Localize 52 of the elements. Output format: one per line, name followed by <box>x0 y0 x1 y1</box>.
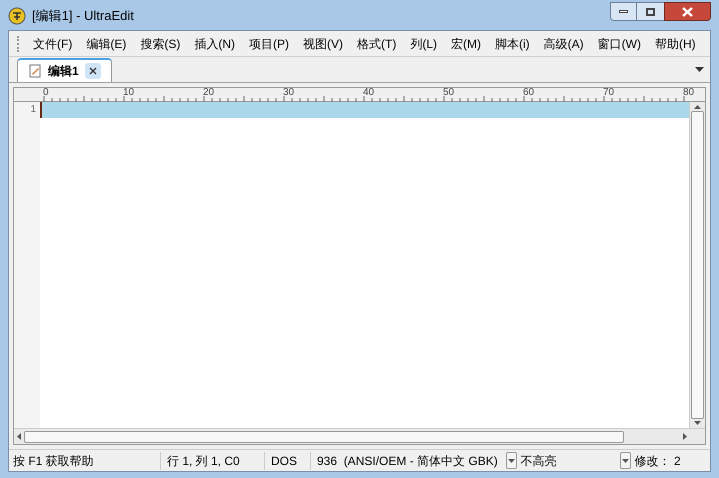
ruler-number: 10 <box>123 87 134 99</box>
dropdown-arrow-icon <box>508 458 515 462</box>
horizontal-scrollbar[interactable] <box>14 428 705 444</box>
menu-item[interactable]: 搜索(S) <box>133 34 188 52</box>
close-tab-button[interactable] <box>84 63 101 79</box>
minimize-button[interactable] <box>610 2 637 21</box>
menu-item[interactable]: 插入(N) <box>187 34 242 52</box>
highlight-dropdown[interactable]: 不高亮 <box>506 452 618 470</box>
scroll-left-icon[interactable] <box>17 433 21 440</box>
close-icon <box>88 67 97 75</box>
document-tab[interactable]: 编辑1 <box>17 58 112 82</box>
status-line-ending: DOS <box>265 452 311 470</box>
close-button[interactable] <box>664 2 711 21</box>
status-position: 行 1, 列 1, C0 <box>161 452 265 470</box>
vertical-scrollbar[interactable] <box>689 102 705 428</box>
scrollbar-thumb[interactable] <box>24 430 624 442</box>
line-number: 1 <box>30 103 36 117</box>
menu-item[interactable]: 帮助(H) <box>648 34 703 52</box>
menu-item[interactable]: 文件(F) <box>26 34 80 52</box>
status-help: 按 F1 获取帮助 <box>9 452 161 470</box>
dropdown-arrow-icon <box>622 458 629 462</box>
ruler-number: 40 <box>363 87 374 99</box>
app-logo-icon <box>8 7 26 25</box>
maximize-button[interactable] <box>637 2 664 21</box>
menu-item[interactable]: 编辑(E) <box>79 34 134 52</box>
status-encoding: 936 (ANSI/OEM - 简体中文 GBK) <box>316 452 499 470</box>
menu-item[interactable]: 宏(M) <box>444 34 488 52</box>
menu-item[interactable]: 高级(A) <box>536 34 591 52</box>
ruler-number: 70 <box>603 87 614 99</box>
ruler-number: 80 <box>683 87 694 99</box>
dropdown-arrow-icon[interactable] <box>695 67 704 72</box>
document-icon <box>28 64 42 78</box>
menu-item[interactable]: 视图(V) <box>296 34 350 52</box>
ruler-number: 60 <box>523 87 534 99</box>
ruler-number: 30 <box>283 87 294 99</box>
ruler-number: 20 <box>203 87 214 99</box>
modified-count: 修改： 2 <box>634 452 681 470</box>
scrollbar-thumb[interactable] <box>691 111 704 419</box>
modified-dropdown[interactable]: 修改： 2 <box>620 452 681 470</box>
menu-item[interactable]: 脚本(i) <box>488 34 537 52</box>
highlight-mode: 不高亮 <box>520 452 557 470</box>
close-icon <box>682 6 693 16</box>
scroll-up-icon[interactable] <box>694 105 701 109</box>
window-title: [编辑1] - UltraEdit <box>32 7 134 26</box>
ruler-number: 0 <box>43 87 49 99</box>
ruler-number: 50 <box>443 87 454 99</box>
menu-item[interactable]: 窗口(W) <box>590 34 648 52</box>
menu-item[interactable]: 格式(T) <box>350 34 404 52</box>
scroll-down-icon[interactable] <box>694 421 701 425</box>
scroll-right-icon[interactable] <box>683 433 687 440</box>
menu-item[interactable]: 项目(P) <box>242 34 296 52</box>
menu-item[interactable]: 列(L) <box>403 34 444 52</box>
